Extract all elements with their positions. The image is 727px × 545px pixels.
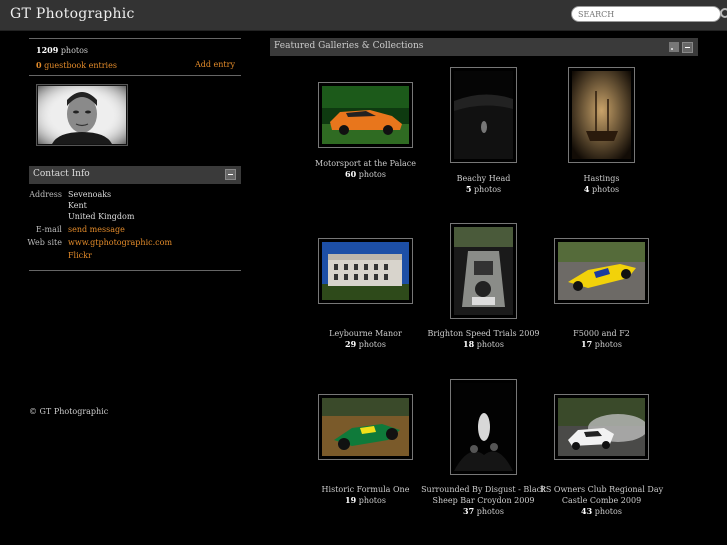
rs-owners-image	[558, 398, 648, 456]
website-link[interactable]: www.gtphotographic.com	[68, 238, 172, 247]
gallery-thumbnail[interactable]	[450, 67, 517, 163]
photo-count-line: 1209 photos	[36, 45, 88, 55]
gallery-card[interactable]: RS Owners Club Regional Day Castle Combe…	[529, 394, 674, 517]
add-entry-link[interactable]: Add entry	[195, 60, 235, 69]
contact-info: Address Sevenoaks Kent United Kingdom E-…	[27, 190, 241, 262]
gallery-thumbnail[interactable]	[318, 394, 413, 460]
address-line3: United Kingdom	[68, 212, 135, 221]
send-message-link[interactable]: send message	[68, 225, 125, 234]
site-header: GT Photographic	[0, 0, 727, 31]
search-input[interactable]	[571, 6, 721, 22]
contact-row-email: E-mail send message	[29, 225, 241, 236]
hastings-image	[572, 71, 631, 159]
gallery-count: 17 photos	[581, 339, 622, 349]
gallery-name[interactable]: Hastings	[529, 173, 674, 184]
gallery-thumbnail[interactable]	[554, 394, 649, 460]
copyright: © GT Photographic	[29, 407, 109, 416]
guestbook-link[interactable]: 0 guestbook entries	[36, 60, 117, 70]
gallery-thumbnail[interactable]	[568, 67, 635, 163]
gallery-name[interactable]: F5000 and F2	[529, 328, 674, 339]
address-label: Address	[29, 190, 62, 199]
guestbook-count: 0	[36, 60, 42, 70]
photo-count: 1209	[36, 45, 59, 55]
gallery-thumbnail[interactable]	[318, 82, 413, 148]
address-line1: Sevenoaks	[68, 190, 112, 199]
contact-info-header: Contact Info	[29, 166, 241, 184]
gallery-name[interactable]: RS Owners Club Regional Day Castle Combe…	[529, 484, 674, 506]
guestbook-label: guestbook entries	[44, 61, 117, 70]
concert-image	[454, 383, 513, 471]
gallery-thumbnail[interactable]	[450, 223, 517, 319]
contact-info-title: Contact Info	[33, 169, 90, 179]
beachy-head-image	[454, 71, 513, 159]
contact-row-address2: Kent	[29, 201, 241, 212]
flickr-link[interactable]: Flickr	[68, 251, 92, 260]
featured-title: Featured Galleries & Collections	[274, 41, 424, 51]
gallery-card[interactable]: F5000 and F2 17 photos	[529, 238, 674, 350]
sidebar: 1209 photos 0 guestbook entries Add entr…	[27, 38, 241, 271]
featured-header: Featured Galleries & Collections	[270, 38, 698, 56]
stats-block: 1209 photos 0 guestbook entries Add entr…	[29, 39, 241, 75]
contact-row-address3: United Kingdom	[29, 212, 241, 223]
leybourne-manor-image	[322, 242, 409, 300]
email-label: E-mail	[35, 225, 62, 234]
contact-row-address: Address Sevenoaks	[29, 190, 241, 201]
website-label: Web site	[27, 238, 62, 247]
gallery-thumbnail[interactable]	[554, 238, 649, 304]
gallery-thumbnail[interactable]	[318, 238, 413, 304]
search-box	[571, 6, 727, 24]
divider	[29, 75, 241, 76]
speed-trials-image	[454, 227, 513, 315]
gallery-thumbnail[interactable]	[450, 379, 517, 475]
address-line2: Kent	[68, 201, 87, 210]
site-title[interactable]: GT Photographic	[10, 6, 135, 22]
gallery-count: 43 photos	[581, 506, 622, 516]
historic-f1-image	[322, 398, 409, 456]
gallery-count: 4 photos	[583, 184, 620, 194]
orange-car-image	[322, 86, 409, 144]
avatar-image	[38, 86, 126, 144]
rss-icon[interactable]	[669, 42, 679, 52]
f5000-image	[558, 242, 645, 300]
search-icon[interactable]	[720, 8, 727, 18]
contact-row-flickr: Flickr	[29, 251, 241, 262]
divider	[29, 270, 241, 271]
collapse-icon[interactable]	[682, 42, 693, 53]
photo-count-label: photos	[60, 46, 89, 55]
collapse-icon[interactable]	[225, 169, 236, 180]
contact-row-website: Web site www.gtphotographic.com	[27, 238, 241, 249]
avatar[interactable]	[36, 84, 128, 146]
gallery-card[interactable]: Hastings 4 photos	[529, 67, 674, 195]
